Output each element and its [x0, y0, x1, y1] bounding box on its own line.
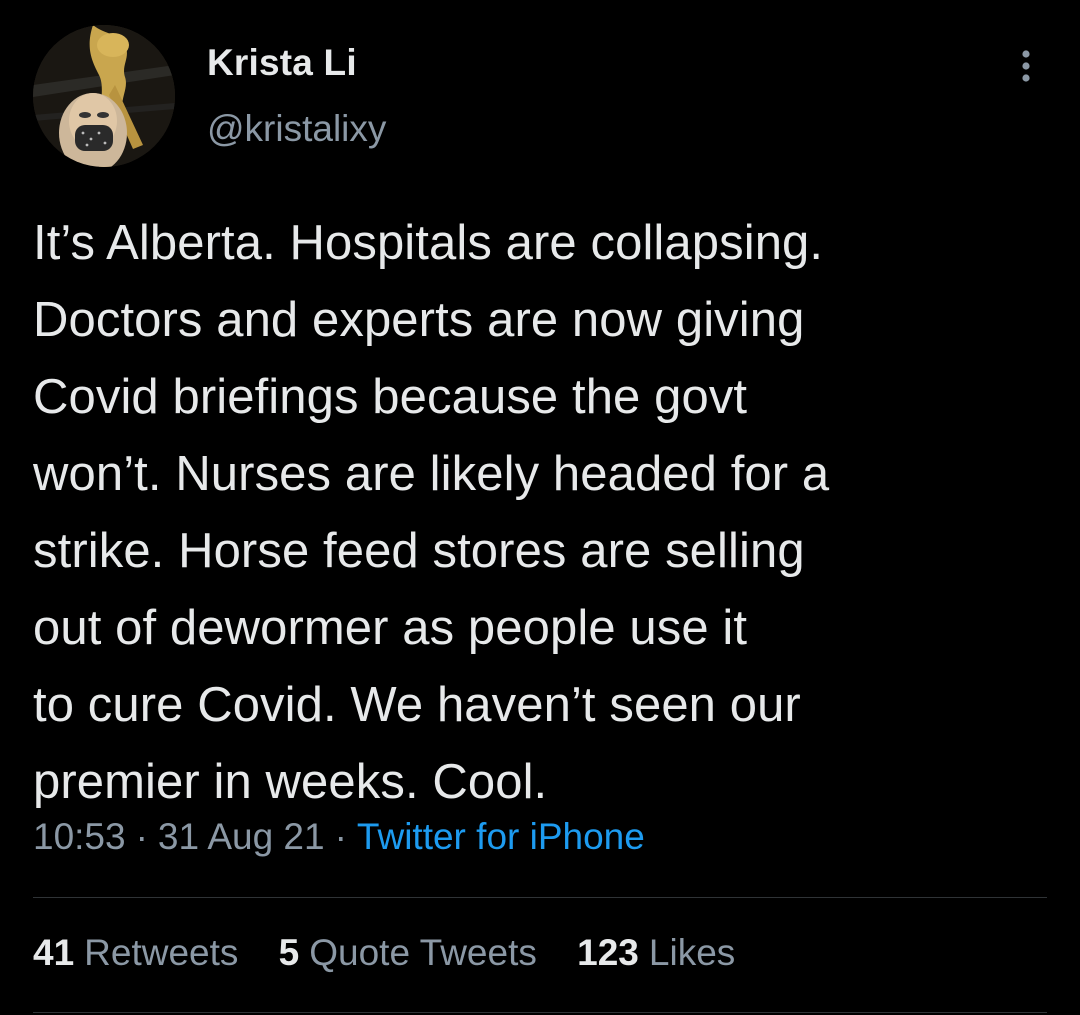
tweet-stats: 41 Retweets 5 Quote Tweets 123 Likes: [33, 932, 765, 974]
more-options-button[interactable]: [1004, 44, 1048, 88]
avatar[interactable]: [33, 25, 175, 167]
retweets-stat[interactable]: 41 Retweets: [33, 932, 238, 974]
retweets-label: Retweets: [84, 932, 239, 973]
retweets-count: 41: [33, 932, 75, 973]
quote-tweets-count: 5: [278, 932, 300, 973]
tweet-text-line: won’t. Nurses are likely headed for a: [33, 447, 830, 501]
divider: [33, 1012, 1047, 1013]
tweet-text-line: to cure Covid. We haven’t seen our: [33, 678, 801, 732]
author-handle[interactable]: @kristalixy: [207, 108, 386, 150]
tweet-text-line: premier in weeks. Cool.: [33, 755, 548, 809]
tweet-text-line: out of dewormer as people use it: [33, 601, 748, 655]
tweet-text: It’s Alberta. Hospitals are collapsing. …: [33, 205, 1043, 821]
tweet-text-line: It’s Alberta. Hospitals are collapsing.: [33, 216, 824, 270]
author-display-name[interactable]: Krista Li: [207, 42, 357, 84]
tweet-source-link[interactable]: Twitter for iPhone: [357, 816, 645, 857]
quote-tweets-stat[interactable]: 5 Quote Tweets: [279, 932, 537, 974]
tweet-meta: 10:53 · 31 Aug 21 · Twitter for iPhone: [33, 816, 645, 858]
likes-label: Likes: [648, 932, 736, 973]
tweet-date[interactable]: 31 Aug 21: [158, 816, 325, 857]
avatar-photo-icon: [33, 25, 175, 167]
tweet-text-line: Doctors and experts are now giving: [33, 293, 805, 347]
divider: [33, 897, 1047, 898]
tweet-text-line: strike. Horse feed stores are selling: [33, 524, 805, 578]
likes-count: 123: [577, 932, 639, 973]
quote-tweets-label: Quote Tweets: [309, 932, 537, 973]
meta-separator: ·: [135, 816, 148, 857]
tweet-detail: Krista Li @kristalixy It’s Alberta. Hosp…: [0, 0, 1080, 1015]
meta-separator: ·: [334, 816, 347, 857]
likes-stat[interactable]: 123 Likes: [577, 932, 735, 974]
more-vertical-icon: [1022, 50, 1030, 82]
tweet-text-line: Covid briefings because the govt: [33, 370, 748, 424]
tweet-time[interactable]: 10:53: [33, 816, 126, 857]
